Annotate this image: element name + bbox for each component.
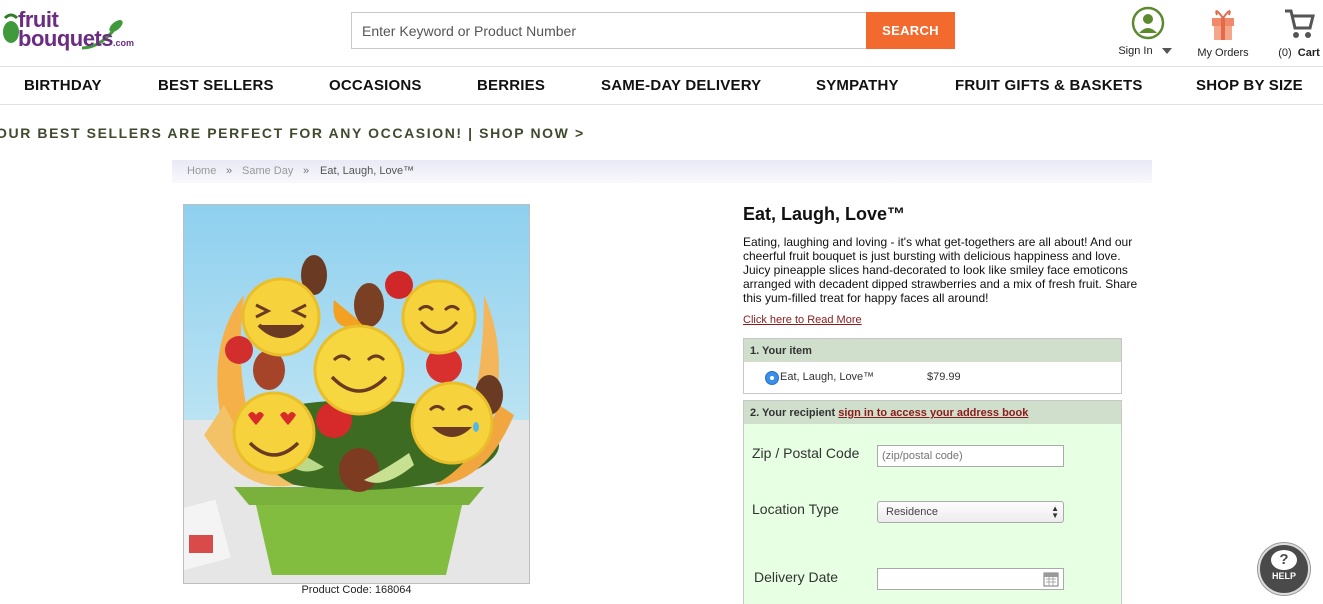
logo-suffix: .com (113, 38, 135, 48)
breadcrumb: Home » Same Day » Eat, Laugh, Love™ (172, 160, 1152, 183)
promo-banner[interactable]: OUR BEST SELLERS ARE PERFECT FOR ANY OCC… (0, 125, 585, 141)
help-label: HELP (1271, 571, 1296, 581)
read-more-link[interactable]: Click here to Read More (743, 314, 862, 326)
cart-link[interactable]: (0) Cart (1275, 4, 1323, 59)
delivery-date-label: Delivery Date (754, 569, 839, 585)
your-item-section: 1. Your item Eat, Laugh, Love™ $79.99 (743, 338, 1122, 394)
recipient-heading: 2. Your recipient sign in to access your… (744, 401, 1121, 424)
breadcrumb-same-day[interactable]: Same Day (242, 165, 293, 177)
nav-shop-by-size[interactable]: SHOP BY SIZE (1196, 77, 1303, 94)
logo-line2: bouquets (18, 26, 114, 51)
main-nav: BIRTHDAY BEST SELLERS OCCASIONS BERRIES … (0, 66, 1323, 105)
nav-occasions[interactable]: OCCASIONS (329, 77, 422, 94)
nav-best-sellers[interactable]: BEST SELLERS (158, 77, 274, 94)
breadcrumb-current: Eat, Laugh, Love™ (320, 165, 415, 177)
item-radio[interactable] (765, 371, 779, 385)
zip-input[interactable] (882, 450, 1059, 462)
help-icon: ? (1271, 550, 1297, 570)
search-input[interactable] (352, 13, 866, 48)
delivery-date-input[interactable] (877, 568, 1064, 590)
gift-icon (1212, 10, 1234, 40)
nav-fruit-gifts-baskets[interactable]: FRUIT GIFTS & BASKETS (955, 77, 1143, 94)
zip-label: Zip / Postal Code (752, 445, 860, 461)
search-box (351, 12, 866, 49)
item-option[interactable]: Eat, Laugh, Love™ $79.99 (744, 362, 1121, 394)
breadcrumb-separator: » (303, 165, 310, 177)
location-type-value: Residence (886, 506, 938, 518)
recipient-heading-label: 2. Your recipient (750, 407, 836, 419)
breadcrumb-home[interactable]: Home (187, 165, 216, 177)
item-name: Eat, Laugh, Love™ (780, 371, 875, 383)
help-button[interactable]: ? HELP (1258, 543, 1310, 595)
logo-wordmark: fruit bouquets.com (18, 9, 135, 53)
location-type-select[interactable]: Residence ▲ ▼ (877, 501, 1064, 523)
sign-in-menu[interactable]: Sign In (1118, 6, 1178, 57)
address-book-link[interactable]: sign in to access your address book (838, 407, 1028, 419)
breadcrumb-separator: » (226, 165, 233, 177)
product-title: Eat, Laugh, Love™ (743, 204, 906, 224)
zip-field-wrap (877, 445, 1064, 467)
product-image[interactable] (183, 204, 530, 584)
recipient-section: 2. Your recipient sign in to access your… (743, 400, 1122, 604)
nav-same-day-delivery[interactable]: SAME-DAY DELIVERY (601, 77, 761, 94)
user-icon (1131, 6, 1165, 40)
my-orders-label: My Orders (1197, 47, 1249, 59)
search-button[interactable]: SEARCH (866, 12, 955, 49)
product-code: Product Code: 168064 (301, 584, 412, 596)
calendar-icon[interactable] (1043, 571, 1059, 587)
chevron-down-icon (1161, 48, 1172, 55)
cart-count: (0) (1278, 47, 1292, 59)
nav-berries[interactable]: BERRIES (477, 77, 545, 94)
logo[interactable]: fruit bouquets.com (2, 4, 135, 58)
my-orders-link[interactable]: My Orders (1192, 4, 1254, 59)
product-description: Eating, laughing and loving - it's what … (743, 235, 1138, 305)
sign-in-label: Sign In (1118, 45, 1153, 57)
cart-label: Cart (1297, 47, 1320, 59)
nav-sympathy[interactable]: SYMPATHY (816, 77, 899, 94)
cart-icon (1285, 9, 1315, 38)
nav-birthday[interactable]: BIRTHDAY (24, 77, 102, 94)
your-item-heading: 1. Your item (744, 339, 1121, 362)
select-arrows-icon: ▲ ▼ (1051, 504, 1059, 520)
location-type-label: Location Type (752, 501, 839, 517)
item-price: $79.99 (927, 371, 961, 383)
